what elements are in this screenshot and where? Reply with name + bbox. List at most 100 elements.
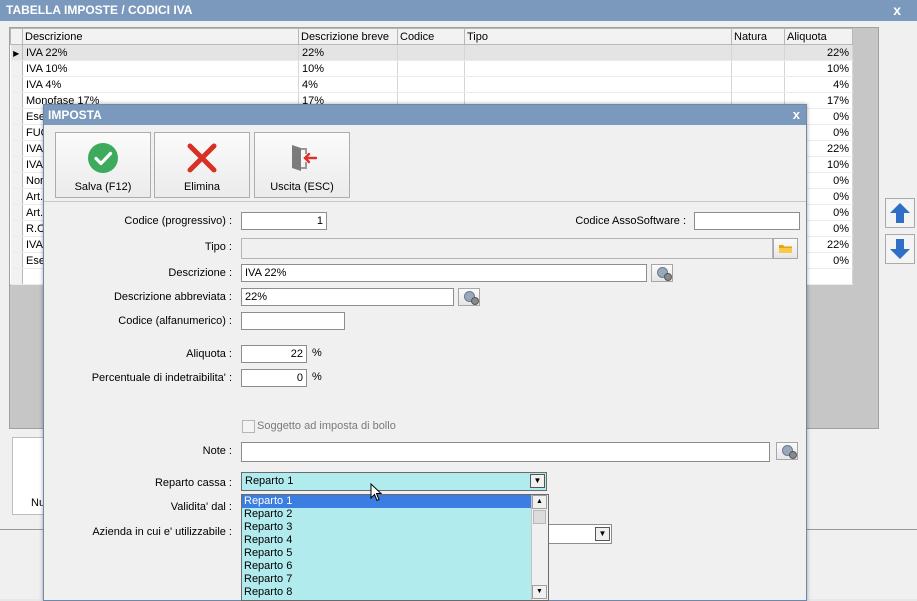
grid-header-aliquota[interactable]: Aliquota [784,28,853,45]
indetraibilita-label: Percentuale di indetraibilita' : [91,372,232,384]
exit-button[interactable]: Uscita (ESC) [254,132,350,198]
note-input[interactable] [241,442,770,462]
reparto-option[interactable]: Reparto 8 [242,586,548,599]
save-button-label: Salva (F12) [74,181,132,193]
cell-natura [731,76,785,93]
codice-input[interactable]: 1 [241,212,327,230]
aliquota-input[interactable]: 22 [241,345,307,363]
indetraibilita-input[interactable]: 0 [241,369,307,387]
tipo-input [241,238,773,259]
cell-aliquota: 4% [784,76,853,93]
outer-close-button[interactable]: x [893,0,901,21]
row-selector [10,220,23,237]
table-row[interactable]: IVA 10% 10% 10% [10,60,853,77]
grid-header-descrizione-breve[interactable]: Descrizione breve [298,28,398,45]
aliquota-label: Aliquota : [186,348,232,360]
chevron-up-icon: ▲ [536,498,543,505]
reparto-option[interactable]: Reparto 6 [242,560,548,573]
note-translate-button[interactable] [776,442,798,460]
row-selector [10,76,23,93]
scroll-thumb[interactable] [533,510,546,524]
note-label: Note : [202,445,232,457]
cell-natura [731,44,785,61]
reparto-option[interactable]: Reparto 3 [242,521,548,534]
alfanumerico-label: Codice (alfanumerico) : [118,315,232,327]
reparto-options-list: Reparto 1 Reparto 2 Reparto 3 Reparto 4 Repa… [241,494,549,601]
abbreviata-label: Descrizione abbreviata : [113,291,232,303]
reparto-list-scrollbar[interactable]: ▲ ▼ [531,495,548,600]
check-circle-icon [88,143,118,173]
cell-empty [10,268,23,285]
mouse-cursor-icon [370,483,383,502]
scroll-up-button[interactable]: ▲ [532,495,547,509]
move-up-button[interactable] [885,198,915,228]
cell-descrizione-breve: 4% [298,76,398,93]
tipo-lookup-button[interactable] [773,238,798,259]
grid-header-natura[interactable]: Natura [731,28,785,45]
descrizione-input[interactable]: IVA 22% [241,264,647,282]
abbreviata-translate-button[interactable] [458,288,480,306]
alfanumerico-input[interactable] [241,312,345,330]
chevron-down-icon: ▼ [533,476,542,485]
cell-codice [397,60,465,77]
reparto-option[interactable]: Reparto 2 [242,508,548,521]
grid-header-codice[interactable]: Codice [397,28,465,45]
bollo-checkbox[interactable] [242,420,255,433]
cell-tipo [464,76,732,93]
descrizione-translate-button[interactable] [651,264,673,282]
tipo-label: Tipo : [204,241,232,253]
reparto-select[interactable]: Reparto 1 [241,472,547,491]
grid-header-descrizione[interactable]: Descrizione [22,28,299,45]
abbreviata-input[interactable]: 22% [241,288,454,306]
validita-label: Validita' dal : [170,501,232,513]
reparto-label: Reparto cassa : [154,477,232,489]
globe-gear-icon [782,445,797,459]
outer-window-title: TABELLA IMPOSTE / CODICI IVA [6,3,193,17]
cell-tipo [464,60,732,77]
reparto-option[interactable]: Reparto 5 [242,547,548,560]
grid-header-row: Descrizione Descrizione breve Codice Tip… [10,28,853,45]
reparto-option[interactable]: Reparto 1 [242,495,548,508]
table-row[interactable]: ▶ IVA 22% 22% 22% [10,44,853,61]
folder-icon [779,245,792,253]
delete-button-label: Elimina [183,181,221,193]
row-selector [10,236,23,253]
reparto-option[interactable]: Reparto 7 [242,573,548,586]
aliquota-unit: % [312,347,322,359]
descrizione-label: Descrizione : [168,267,232,279]
azienda-dropdown-button[interactable]: ▼ [595,527,610,541]
row-selector [10,172,23,189]
cell-natura [731,60,785,77]
cell-descrizione-breve: 22% [298,44,398,61]
row-selector [10,204,23,221]
globe-gear-icon [657,267,672,281]
assosoftware-input[interactable] [694,212,800,230]
azienda-label: Azienda in cui e' utilizzabile : [92,526,232,538]
grid-header-tipo[interactable]: Tipo [464,28,732,45]
move-down-button[interactable] [885,234,915,264]
cell-tipo [464,44,732,61]
reparto-option[interactable]: Reparto 4 [242,534,548,547]
save-button[interactable]: Salva (F12) [55,132,151,198]
dialog-title: IMPOSTA [48,108,102,122]
cell-aliquota: 22% [784,44,853,61]
row-selector [10,60,23,77]
row-selector [10,140,23,157]
dialog-title-bar: IMPOSTA x [44,105,806,125]
row-selector [10,156,23,173]
cell-descrizione: IVA 4% [22,76,299,93]
reparto-dropdown-button[interactable]: ▼ [530,474,545,488]
x-icon [187,143,217,173]
scroll-down-button[interactable]: ▼ [532,585,547,599]
row-selector [10,108,23,125]
reparto-selected-value: Reparto 1 [245,475,294,487]
dialog-close-button[interactable]: x [793,105,800,125]
current-row-icon: ▶ [13,48,20,58]
chevron-down-icon: ▼ [536,588,543,595]
cell-codice [397,44,465,61]
imposta-dialog: IMPOSTA x Salva (F12) Elimina Uscita (ES… [43,104,807,601]
row-selector [10,92,23,109]
table-row[interactable]: IVA 4% 4% 4% [10,76,853,93]
delete-button[interactable]: Elimina [154,132,250,198]
row-selector [10,252,23,269]
